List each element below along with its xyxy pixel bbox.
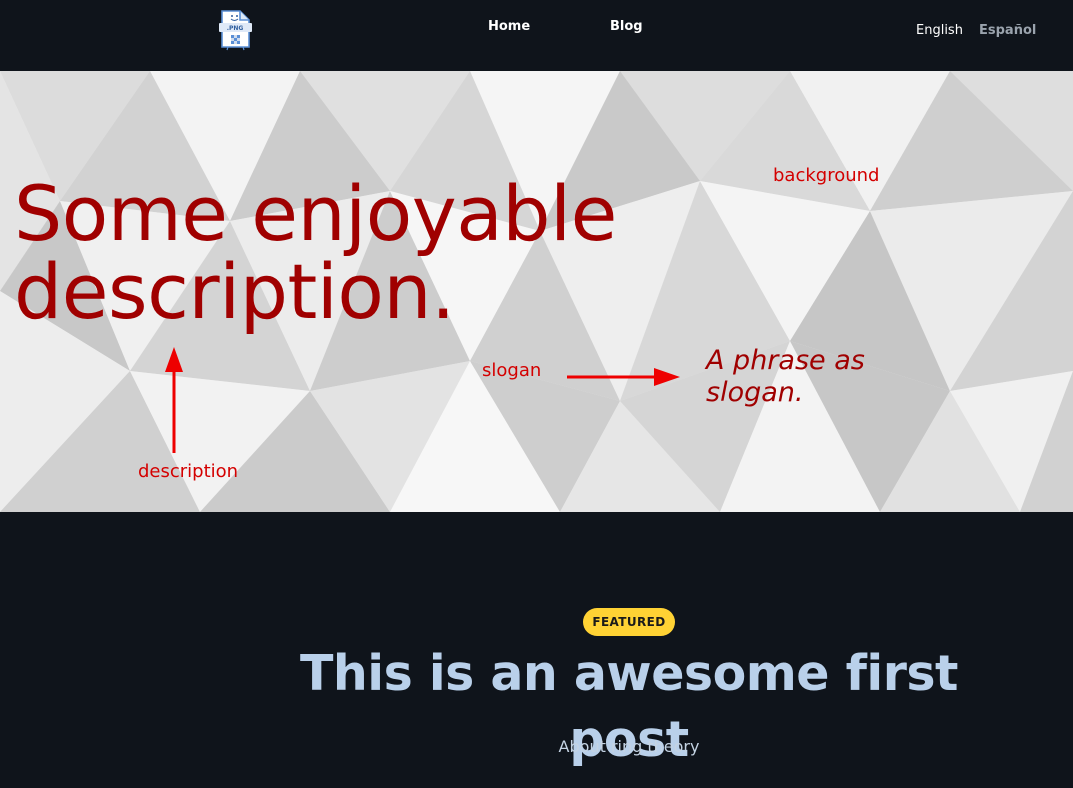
png-file-logo-icon[interactable]: .PNG: [218, 9, 252, 51]
hero-section: Some enjoyable description. A phrase as …: [0, 71, 1073, 512]
language-spanish-link[interactable]: Español: [979, 23, 1036, 38]
featured-badge: FEATURED: [583, 608, 675, 636]
nav-home-link[interactable]: Home: [488, 19, 530, 34]
annotation-slogan-label: slogan: [482, 360, 542, 381]
hero-description: Some enjoyable description.: [14, 169, 617, 336]
top-navbar: .PNG Home Blog English Español: [0, 0, 1073, 71]
nav-blog-link[interactable]: Blog: [610, 19, 643, 34]
featured-post-subtitle: About ring theory: [558, 737, 700, 756]
svg-text:.PNG: .PNG: [227, 25, 244, 32]
annotation-background-label: background: [773, 165, 880, 186]
hero-slogan: A phrase as slogan.: [706, 345, 865, 408]
language-english-link[interactable]: English: [916, 23, 963, 38]
annotation-description-label: description: [138, 461, 239, 482]
